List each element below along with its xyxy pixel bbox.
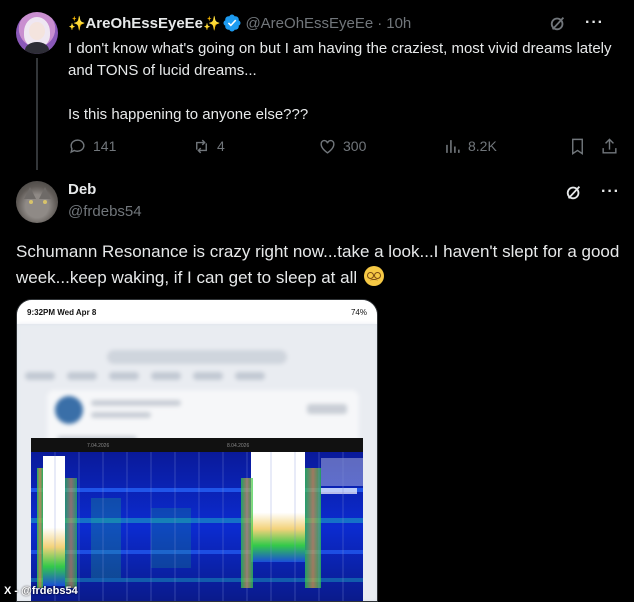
post-time[interactable]: 10h bbox=[386, 15, 411, 32]
reply-count: 141 bbox=[93, 138, 117, 154]
views-chart-icon bbox=[446, 139, 460, 153]
more-options-icon[interactable]: ··· bbox=[601, 183, 620, 201]
thread-line bbox=[36, 58, 38, 170]
reply-button[interactable]: 141 bbox=[68, 137, 116, 156]
verified-badge-icon[interactable] bbox=[223, 14, 241, 32]
tweet-text: I don't know what's going on but I am ha… bbox=[68, 38, 624, 148]
heart-icon bbox=[320, 139, 335, 154]
tweet-text-paragraph: I don't know what's going on but I am ha… bbox=[68, 40, 612, 79]
views-button[interactable]: 8.2K bbox=[443, 137, 497, 156]
user-avatar[interactable] bbox=[16, 181, 58, 223]
like-button[interactable]: 300 bbox=[318, 137, 366, 156]
repost-count: 4 bbox=[217, 138, 225, 154]
repost-button[interactable]: 4 bbox=[192, 137, 225, 156]
tweet-media-image[interactable]: 9:32PM Wed Apr 8 74% 7.04.2026 8.04.2026 bbox=[16, 299, 378, 602]
image-watermark: X - @frdebs54 bbox=[4, 585, 78, 597]
tweet-actions: 141 4 300 8.2K bbox=[68, 134, 620, 158]
schumann-spectrogram: 7.04.2026 8.04.2026 bbox=[31, 438, 363, 601]
sparkle-icon: ✨ bbox=[203, 14, 221, 31]
spectrogram-image: 7.04.2026 8.04.2026 bbox=[31, 438, 363, 601]
grok-icon[interactable] bbox=[565, 183, 583, 201]
svg-text:8.04.2026: 8.04.2026 bbox=[227, 443, 249, 449]
display-name[interactable]: AreOhEssEyeEe bbox=[85, 15, 203, 32]
display-name[interactable]: Deb bbox=[68, 181, 96, 198]
tweet-text: Schumann Resonance is crazy right now...… bbox=[16, 239, 622, 291]
user-handle[interactable]: @frdebs54 bbox=[68, 203, 142, 220]
grok-icon[interactable] bbox=[549, 14, 567, 32]
sparkle-icon: ✨ bbox=[68, 14, 86, 31]
bookmark-icon[interactable] bbox=[568, 137, 587, 156]
tweet-header: ✨ AreOhEssEyeEe ✨ @AreOhEssEyeEe · 10h ·… bbox=[68, 12, 618, 34]
tweet-text-paragraph: Is this happening to anyone else??? bbox=[68, 106, 309, 123]
woozy-face-emoji-icon bbox=[363, 266, 384, 286]
user-avatar[interactable] bbox=[16, 12, 58, 54]
like-count: 300 bbox=[343, 138, 367, 154]
repost-icon bbox=[196, 139, 207, 153]
battery-level: 74% bbox=[350, 307, 367, 317]
svg-text:7.04.2026: 7.04.2026 bbox=[87, 443, 109, 449]
tweet-text-body: Schumann Resonance is crazy right now...… bbox=[16, 242, 620, 287]
more-options-icon[interactable]: ··· bbox=[585, 14, 604, 32]
separator-dot: · bbox=[377, 14, 383, 32]
status-time: 9:32PM Wed Apr 8 bbox=[27, 307, 97, 317]
share-icon[interactable] bbox=[600, 137, 619, 156]
reply-icon bbox=[70, 138, 85, 153]
views-count: 8.2K bbox=[468, 138, 497, 154]
user-handle[interactable]: @AreOhEssEyeEe bbox=[245, 15, 373, 32]
status-bar: 9:32PM Wed Apr 8 74% bbox=[17, 300, 377, 324]
